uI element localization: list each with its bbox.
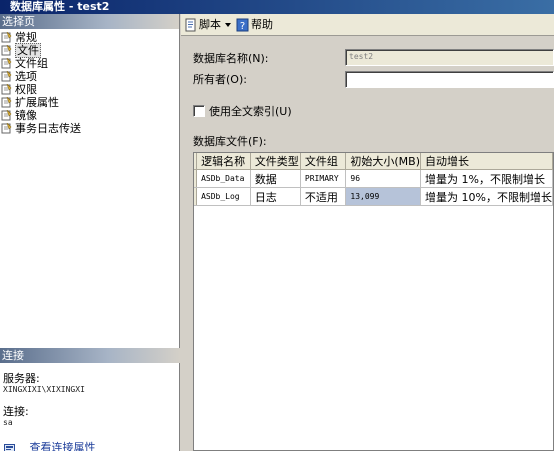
- owner-label: 所有者(O):: [193, 73, 247, 86]
- view-connection-properties-link[interactable]: 查看连接属性: [4, 441, 96, 451]
- logical-name-cell[interactable]: ASDb_Log: [196, 187, 251, 206]
- page-icon: [1, 31, 12, 43]
- column-header[interactable]: 文件类型: [250, 153, 301, 170]
- filegroup-cell[interactable]: PRIMARY: [300, 169, 347, 188]
- script-label: 脚本: [199, 18, 221, 31]
- database-name-label: 数据库名称(N):: [193, 52, 269, 65]
- table-row[interactable]: ASDb_Data 数据 PRIMARY 96 增量为 1%，不限制增长: [194, 169, 553, 188]
- table-row[interactable]: ASDb_Log 日志 不适用 13,099 增量为 10%，不限制增长: [194, 187, 553, 206]
- page-icon: [1, 122, 12, 134]
- connection-value: sa: [3, 418, 13, 427]
- sidebar-item-files[interactable]: 文件: [0, 43, 179, 58]
- svg-text:?: ?: [240, 21, 245, 32]
- sidebar-item-filegroups[interactable]: 文件组: [0, 57, 179, 70]
- initial-size-cell[interactable]: 96: [345, 169, 422, 188]
- connection-label: 连接:: [3, 405, 29, 418]
- connection-header: 连接: [0, 348, 180, 363]
- select-page-header: 选择页: [0, 14, 179, 29]
- fulltext-index-label[interactable]: 使用全文索引(U): [209, 105, 292, 119]
- help-button[interactable]: ? 帮助: [236, 17, 273, 33]
- autogrowth-cell[interactable]: 增量为 1%，不限制增长: [420, 169, 553, 188]
- connection-properties-icon: [4, 443, 16, 451]
- page-icon: [1, 109, 12, 121]
- database-files-label: 数据库文件(F):: [193, 135, 267, 148]
- column-header[interactable]: 自动增长: [420, 153, 553, 170]
- sidebar-item-label: 文件: [15, 43, 41, 58]
- help-icon: ?: [236, 18, 250, 32]
- database-files-grid: 逻辑名称 文件类型 文件组 初始大小(MB) 自动增长 ASDb_Data 数据…: [193, 152, 554, 451]
- autogrowth-cell[interactable]: 增量为 10%，不限制增长: [420, 187, 553, 206]
- file-type-cell[interactable]: 日志: [250, 187, 301, 206]
- connection-info: 服务器: XINGXIXI\XIXINGXI 连接: sa: [3, 372, 179, 428]
- sidebar-item-label: 事务日志传送: [15, 122, 81, 135]
- database-name-field[interactable]: test2: [345, 49, 554, 66]
- logical-name-cell[interactable]: ASDb_Data: [196, 169, 251, 188]
- page-icon: [1, 83, 12, 95]
- script-button[interactable]: 脚本: [184, 17, 231, 33]
- file-type-cell[interactable]: 数据: [250, 169, 301, 188]
- toolbar: 脚本 ? 帮助: [181, 14, 554, 36]
- sidebar-item-label: 选项: [15, 70, 37, 83]
- database-files-table: 逻辑名称 文件类型 文件组 初始大小(MB) 自动增长 ASDb_Data 数据…: [194, 153, 553, 206]
- page-list: 常规 文件 文件组 选项 权限 扩展属性 镜像 事务日志传送: [0, 29, 179, 135]
- left-pane: 选择页 常规 文件 文件组 选项 权限 扩展属性 镜像 事务日志传送 连接 服务…: [0, 14, 180, 451]
- sidebar-item-label: 扩展属性: [15, 96, 59, 109]
- sidebar-item-options[interactable]: 选项: [0, 70, 179, 83]
- sidebar-item-label: 权限: [15, 83, 37, 96]
- main-pane: 脚本 ? 帮助 数据库名称(N): test2 所有者(O): 使用全文索引(U)…: [181, 14, 554, 451]
- page-icon: [1, 57, 12, 69]
- table-header-row: 逻辑名称 文件类型 文件组 初始大小(MB) 自动增长: [194, 153, 553, 170]
- help-label: 帮助: [251, 18, 273, 31]
- window-title: 数据库属性 - test2: [0, 0, 554, 14]
- view-connection-properties-label: 查看连接属性: [29, 441, 96, 451]
- script-icon: [184, 18, 198, 32]
- server-value: XINGXIXI\XIXINGXI: [3, 385, 85, 394]
- column-header[interactable]: 逻辑名称: [196, 153, 251, 170]
- server-label: 服务器:: [3, 372, 40, 385]
- sidebar-item-permissions[interactable]: 权限: [0, 83, 179, 96]
- page-icon: [1, 44, 12, 56]
- filegroup-cell[interactable]: 不适用: [300, 187, 347, 206]
- sidebar-item-log-shipping[interactable]: 事务日志传送: [0, 122, 179, 135]
- sidebar-item-extended-properties[interactable]: 扩展属性: [0, 96, 179, 109]
- owner-field[interactable]: [345, 71, 554, 88]
- sidebar-item-label: 文件组: [15, 57, 48, 70]
- chevron-down-icon[interactable]: [225, 23, 231, 27]
- sidebar-item-mirroring[interactable]: 镜像: [0, 109, 179, 122]
- column-header[interactable]: 文件组: [300, 153, 347, 170]
- fulltext-index-checkbox[interactable]: [193, 105, 205, 117]
- initial-size-cell[interactable]: 13,099: [345, 187, 422, 206]
- page-icon: [1, 70, 12, 82]
- column-header[interactable]: 初始大小(MB): [345, 153, 422, 170]
- sidebar-item-label: 镜像: [15, 109, 37, 122]
- page-icon: [1, 96, 12, 108]
